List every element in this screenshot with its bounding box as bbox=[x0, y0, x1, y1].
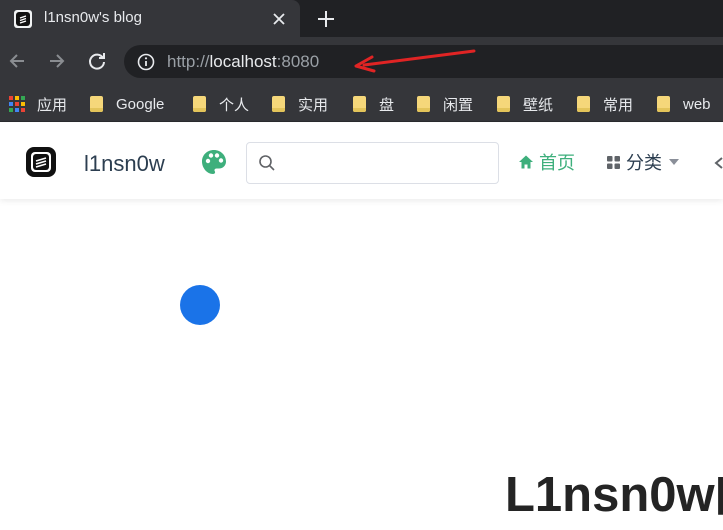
loading-dot bbox=[180, 285, 220, 325]
nav-home[interactable]: 首页 bbox=[518, 150, 575, 174]
bookmarks-bar: 应用 Google 个人 实用 盘 闲置 壁纸 常用 web bbox=[0, 86, 723, 122]
tab-strip: l1nsn0w's blog bbox=[0, 0, 723, 37]
bookmark-label: 实用 bbox=[298, 96, 329, 114]
browser-tab[interactable]: l1nsn0w's blog bbox=[0, 0, 300, 37]
chevron-down-icon bbox=[669, 159, 679, 165]
folder-icon bbox=[497, 96, 510, 112]
bookmark-folder[interactable]: 闲置 bbox=[417, 94, 473, 114]
plus-icon[interactable] bbox=[315, 8, 337, 30]
folder-icon bbox=[193, 96, 206, 112]
hero-title: L1nsn0w的 bbox=[505, 468, 723, 522]
palette-icon[interactable] bbox=[200, 148, 228, 176]
info-circle-icon[interactable] bbox=[137, 53, 155, 71]
bookmark-folder[interactable]: 盘 bbox=[353, 94, 394, 114]
search-input[interactable] bbox=[283, 147, 493, 179]
folder-icon bbox=[272, 96, 285, 112]
url-host: localhost bbox=[209, 52, 277, 71]
bookmark-label: 盘 bbox=[379, 96, 395, 114]
bookmark-folder[interactable]: 壁纸 bbox=[497, 94, 553, 114]
url-text: http://localhost:8080 bbox=[167, 52, 319, 72]
reload-icon[interactable] bbox=[86, 50, 108, 72]
bookmark-folder[interactable]: 实用 bbox=[272, 94, 328, 114]
folder-icon bbox=[417, 96, 430, 112]
search-icon bbox=[258, 154, 276, 172]
bookmark-folder[interactable]: web bbox=[657, 94, 711, 114]
grid-icon bbox=[607, 155, 620, 169]
bookmark-label: Google bbox=[116, 95, 165, 113]
nav-category-label: 分类 bbox=[626, 153, 662, 173]
bookmark-folder[interactable]: 常用 bbox=[577, 94, 633, 114]
site-logo-icon bbox=[14, 10, 32, 28]
site-logo[interactable] bbox=[26, 147, 56, 177]
url-scheme: http:// bbox=[167, 52, 210, 71]
page-viewport: l1nsn0w 首页 分类 L1nsn0w bbox=[0, 123, 723, 530]
nav-home-label: 首页 bbox=[539, 153, 575, 173]
search-box[interactable] bbox=[246, 142, 499, 184]
folder-icon bbox=[90, 96, 103, 112]
bookmark-apps[interactable]: 应用 bbox=[9, 94, 67, 114]
arrow-right-icon[interactable] bbox=[46, 50, 68, 72]
browser-toolbar: http://localhost:8080 bbox=[0, 37, 723, 86]
bookmark-label: 应用 bbox=[37, 96, 68, 114]
chevron-left-icon[interactable] bbox=[713, 156, 723, 169]
folder-icon bbox=[577, 96, 590, 112]
site-navbar: l1nsn0w 首页 分类 bbox=[0, 123, 723, 199]
folder-icon bbox=[353, 96, 366, 112]
arrow-left-icon[interactable] bbox=[6, 50, 28, 72]
bookmark-label: 闲置 bbox=[443, 96, 474, 114]
bookmark-label: 个人 bbox=[219, 96, 250, 114]
nav-category[interactable]: 分类 bbox=[606, 150, 679, 174]
bookmark-label: 常用 bbox=[603, 96, 634, 114]
url-port: :8080 bbox=[276, 52, 320, 71]
close-icon[interactable] bbox=[269, 9, 289, 29]
apps-grid-icon bbox=[9, 96, 25, 112]
red-arrow-annotation bbox=[350, 47, 480, 73]
bookmark-label: web bbox=[683, 95, 711, 113]
browser-window: l1nsn0w's blog http://localhost:8080 应用 … bbox=[0, 0, 723, 530]
folder-icon bbox=[657, 96, 670, 112]
site-name[interactable]: l1nsn0w bbox=[84, 151, 165, 177]
bookmark-folder[interactable]: 个人 bbox=[193, 94, 249, 114]
tab-title: l1nsn0w's blog bbox=[44, 9, 142, 26]
bookmark-label: 壁纸 bbox=[523, 96, 554, 114]
bookmark-folder[interactable]: Google bbox=[90, 94, 164, 114]
home-icon bbox=[519, 155, 533, 169]
